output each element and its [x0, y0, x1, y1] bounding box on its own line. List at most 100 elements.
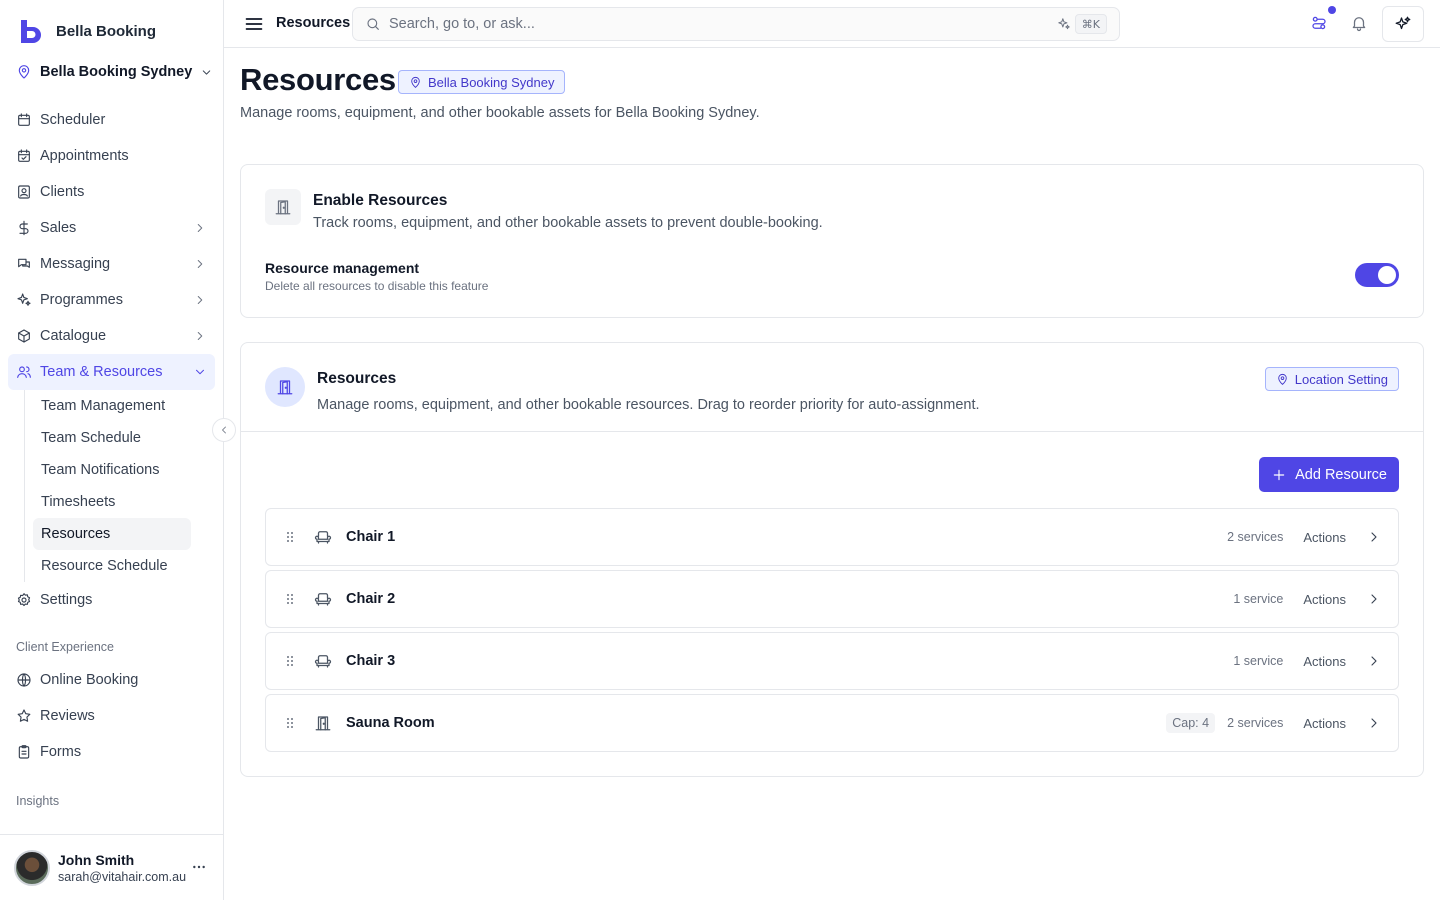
sidebar-subitem-team-schedule[interactable]: Team Schedule [33, 422, 191, 454]
user-profile[interactable]: John Smith sarah@vitahair.com.au [0, 834, 223, 900]
sidebar-subitem-team-notifications[interactable]: Team Notifications [33, 454, 191, 486]
resources-card: Resources Manage rooms, equipment, and o… [240, 342, 1424, 777]
resource-row-meta: Cap: 4 2 services Actions [1166, 713, 1382, 733]
resources-card-title: Resources [317, 370, 397, 387]
menu-icon[interactable] [244, 14, 264, 34]
sidebar-item-label: Messaging [40, 256, 111, 272]
main-nav: Scheduler Appointments Clients Sales Mes… [8, 102, 215, 812]
actions-menu[interactable]: Actions [1303, 530, 1346, 545]
map-pin-icon [1278, 373, 1287, 385]
section-label-insights: Insights [16, 794, 60, 808]
bell-icon[interactable] [1350, 14, 1368, 32]
sidebar: Bella Booking Bella Booking Sydney Sched… [0, 0, 224, 900]
location-setting-badge[interactable]: Location Setting [1264, 367, 1399, 391]
more-horizontal-icon[interactable] [191, 859, 207, 875]
resource-list: Chair 1 2 services Actions Chair 2 1 ser… [265, 508, 1399, 756]
chevron-right-icon[interactable] [1366, 653, 1382, 669]
contact-icon [18, 185, 30, 199]
sidebar-subitem-resources[interactable]: Resources [33, 518, 191, 550]
location-setting-label: Location Setting [1294, 371, 1388, 387]
map-pin-icon [18, 65, 30, 79]
brand[interactable]: Bella Booking [18, 18, 156, 44]
sidebar-item-clients[interactable]: Clients [8, 174, 215, 210]
sidebar-subitem-team-management[interactable]: Team Management [33, 390, 191, 422]
actions-menu[interactable]: Actions [1303, 654, 1346, 669]
star-icon [17, 709, 31, 722]
user-email: sarah@vitahair.com.au [58, 869, 187, 884]
sidebar-item-settings[interactable]: Settings [8, 582, 215, 618]
door-icon [277, 380, 293, 395]
chevron-right-icon[interactable] [1366, 529, 1382, 545]
location-switcher[interactable]: Bella Booking Sydney [16, 64, 213, 80]
enable-card-title: Enable Resources [313, 192, 448, 209]
workflow-icon[interactable] [1310, 14, 1328, 32]
enable-card-description: Track rooms, equipment, and other bookab… [313, 215, 823, 231]
resource-name: Chair 1 [346, 529, 396, 545]
sidebar-item-sales[interactable]: Sales [8, 210, 215, 246]
actions-menu[interactable]: Actions [1303, 592, 1346, 607]
location-badge-label: Bella Booking Sydney [428, 74, 555, 90]
resource-services-count: 2 services [1227, 530, 1284, 544]
resource-row-chair-1[interactable]: Chair 1 2 services Actions [265, 508, 1399, 566]
chevron-right-icon[interactable] [1366, 591, 1382, 607]
drag-handle-icon[interactable] [282, 591, 298, 607]
sidebar-item-label: Reviews [40, 708, 95, 724]
sidebar-item-label: Forms [40, 744, 82, 760]
door-icon [315, 716, 331, 731]
chat-icon [18, 258, 30, 268]
sidebar-item-label: Team & Resources [40, 364, 163, 380]
sidebar-item-label: Appointments [40, 148, 129, 164]
door-icon-wrapper [265, 189, 301, 225]
search-input[interactable] [389, 16, 1029, 32]
sidebar-item-programmes[interactable]: Programmes [8, 282, 215, 318]
resource-row-sauna-room[interactable]: Sauna Room Cap: 4 2 services Actions [265, 694, 1399, 752]
door-icon [275, 200, 291, 215]
drag-handle-icon[interactable] [282, 529, 298, 545]
sidebar-item-messaging[interactable]: Messaging [8, 246, 215, 282]
ai-sparkle-icon [1058, 18, 1070, 30]
resource-services-count: 1 service [1233, 654, 1284, 668]
resource-row-chair-3[interactable]: Chair 3 1 service Actions [265, 632, 1399, 690]
globe-icon [17, 673, 31, 687]
sidebar-item-team-resources[interactable]: Team & Resources [8, 354, 215, 390]
chevron-right-icon [197, 332, 203, 340]
resource-row-meta: 2 services Actions [1227, 529, 1382, 545]
location-name: Bella Booking Sydney [40, 64, 193, 80]
users-icon [17, 366, 31, 378]
chevron-right-icon[interactable] [1366, 715, 1382, 731]
sidebar-item-appointments[interactable]: Appointments [8, 138, 215, 174]
actions-menu[interactable]: Actions [1303, 716, 1346, 731]
drag-handle-icon[interactable] [282, 715, 298, 731]
page-subtitle: Manage rooms, equipment, and other booka… [240, 105, 760, 121]
calendar-icon [18, 113, 30, 126]
ai-assistant-button[interactable] [1382, 6, 1424, 42]
breadcrumb: Resources [276, 15, 351, 31]
collapse-sidebar-button[interactable] [212, 418, 236, 442]
drag-handle-icon[interactable] [282, 653, 298, 669]
section-label-client-experience: Client Experience [16, 640, 114, 654]
resource-row-meta: 1 service Actions [1233, 653, 1382, 669]
sidebar-subitem-resource-schedule[interactable]: Resource Schedule [33, 550, 191, 582]
search-bar[interactable]: ⌘K [352, 7, 1120, 41]
card-divider [241, 431, 1423, 432]
search-icon [367, 18, 379, 30]
sidebar-item-reviews[interactable]: Reviews [8, 698, 215, 734]
calendar-check-icon [18, 149, 30, 162]
sidebar-item-label: Sales [40, 220, 77, 236]
chevron-down-icon [196, 369, 204, 375]
sidebar-item-online-booking[interactable]: Online Booking [8, 662, 215, 698]
resource-name: Sauna Room [346, 715, 435, 731]
resource-management-toggle[interactable] [1355, 263, 1399, 287]
resource-row-chair-2[interactable]: Chair 2 1 service Actions [265, 570, 1399, 628]
sidebar-subitem-timesheets[interactable]: Timesheets [33, 486, 191, 518]
sparkle-icon [17, 293, 31, 306]
add-resource-button[interactable]: Add Resource [1259, 457, 1399, 492]
sidebar-item-catalogue[interactable]: Catalogue [8, 318, 215, 354]
gear-icon [17, 593, 31, 607]
user-name: John Smith [58, 851, 135, 868]
brand-name: Bella Booking [56, 22, 157, 40]
resources-card-description: Manage rooms, equipment, and other booka… [317, 397, 980, 413]
avatar [14, 849, 50, 886]
sidebar-item-scheduler[interactable]: Scheduler [8, 102, 215, 138]
sidebar-item-forms[interactable]: Forms [8, 734, 215, 770]
